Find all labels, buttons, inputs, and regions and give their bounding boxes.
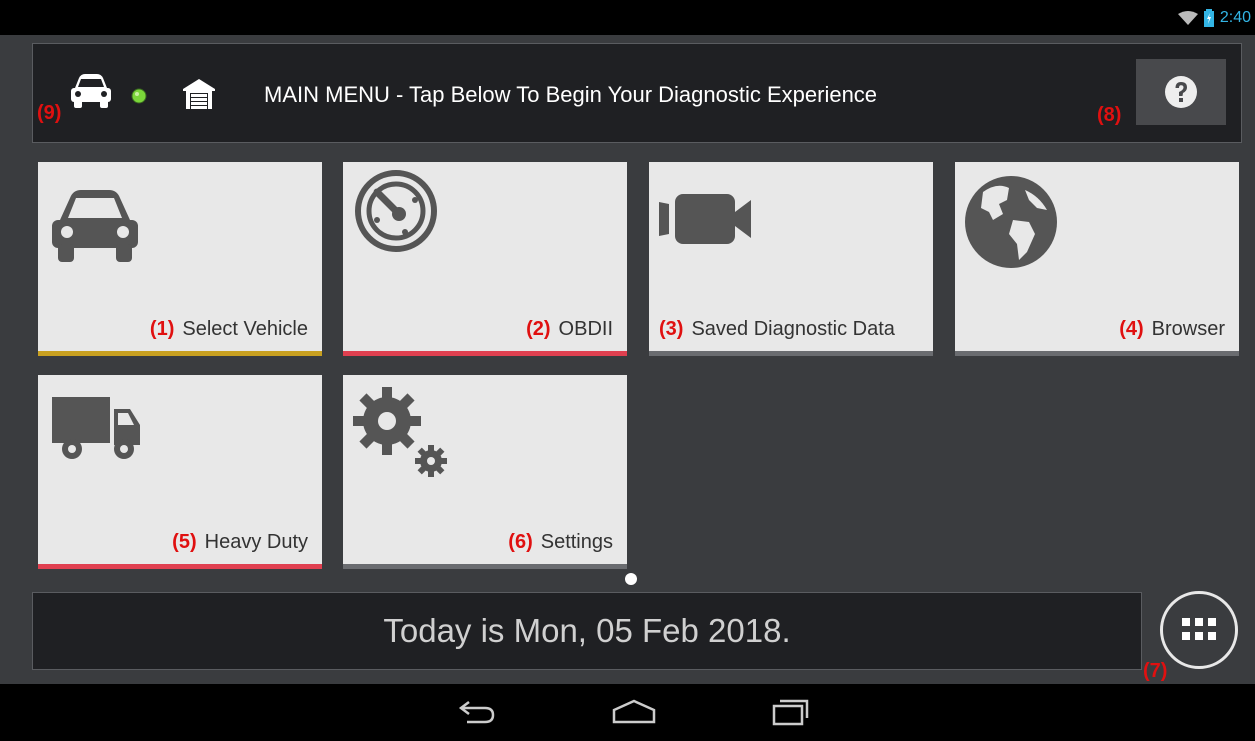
app-grid-icon (1182, 618, 1216, 640)
tile-number: (3) (659, 318, 684, 340)
help-button[interactable] (1136, 59, 1226, 125)
tile-title: Browser (1151, 318, 1225, 340)
status-bar: 2:40 (0, 0, 1255, 35)
navigation-bar (0, 684, 1255, 741)
tile-label: (2) OBDII (526, 318, 613, 341)
tile-title: Settings (540, 531, 613, 553)
tile-number: (4) (1119, 318, 1144, 340)
tile-label: (6) Settings (508, 531, 613, 554)
tile-title: Select Vehicle (182, 318, 308, 340)
garage-icon (183, 79, 215, 109)
tile-number: (5) (172, 531, 197, 553)
tile-label: (5) Heavy Duty (172, 531, 308, 554)
status-clock: 2:40 (1219, 9, 1251, 26)
tile-title: Heavy Duty (204, 531, 308, 553)
tile-saved-diagnostic-data[interactable]: (3) Saved Diagnostic Data (649, 162, 933, 356)
vehicle-status-icon[interactable] (71, 74, 111, 110)
back-icon[interactable] (457, 698, 497, 726)
video-camera-icon (659, 194, 751, 244)
tile-accent-bar (38, 564, 322, 569)
tile-settings[interactable]: (6) Settings (343, 375, 627, 569)
tile-accent-bar (38, 351, 322, 356)
tile-accent-bar (343, 564, 627, 569)
connection-led-icon (131, 88, 147, 104)
tile-number: (1) (149, 318, 175, 340)
tile-obdii[interactable]: (2) OBDII (343, 162, 627, 356)
gauge-icon (355, 170, 437, 252)
tile-browser[interactable]: (4) Browser (955, 162, 1239, 356)
globe-icon (965, 176, 1057, 268)
date-bar: Today is Mon, 05 Feb 2018. (32, 592, 1142, 670)
tile-select-vehicle[interactable]: (1) Select Vehicle (38, 162, 322, 356)
car-icon (52, 190, 138, 262)
tile-number: (2) (526, 318, 551, 340)
date-text: Today is Mon, 05 Feb 2018. (383, 612, 791, 649)
recent-apps-icon[interactable] (770, 698, 810, 726)
home-icon[interactable] (610, 698, 658, 726)
status-icons: 2:40 (1177, 9, 1251, 27)
gears-icon (353, 387, 447, 477)
tile-label: (4) Browser (1119, 318, 1225, 341)
app-drawer-button[interactable] (1160, 591, 1238, 669)
tile-accent-bar (649, 351, 933, 356)
header-bar: MAIN MENU - Tap Below To Begin Your Diag… (32, 43, 1242, 143)
battery-icon (1203, 9, 1214, 27)
tile-label: (1) Select Vehicle (150, 318, 308, 341)
question-icon (1165, 76, 1197, 108)
tile-heavy-duty[interactable]: (5) Heavy Duty (38, 375, 322, 569)
page-indicator-dot (625, 573, 637, 585)
wifi-icon (1177, 11, 1198, 25)
truck-icon (52, 397, 140, 459)
annotation-9: (9) (37, 102, 62, 124)
tile-title: OBDII (558, 318, 613, 340)
tile-accent-bar (955, 351, 1239, 356)
annotation-8: (8) (1097, 104, 1122, 126)
tile-accent-bar (343, 351, 627, 356)
page-title: MAIN MENU - Tap Below To Begin Your Diag… (264, 82, 878, 107)
tile-number: (6) (508, 531, 533, 553)
tile-label: (3) Saved Diagnostic Data (659, 318, 895, 341)
tile-title: Saved Diagnostic Data (691, 318, 895, 340)
annotation-7: (7) (1143, 660, 1168, 682)
